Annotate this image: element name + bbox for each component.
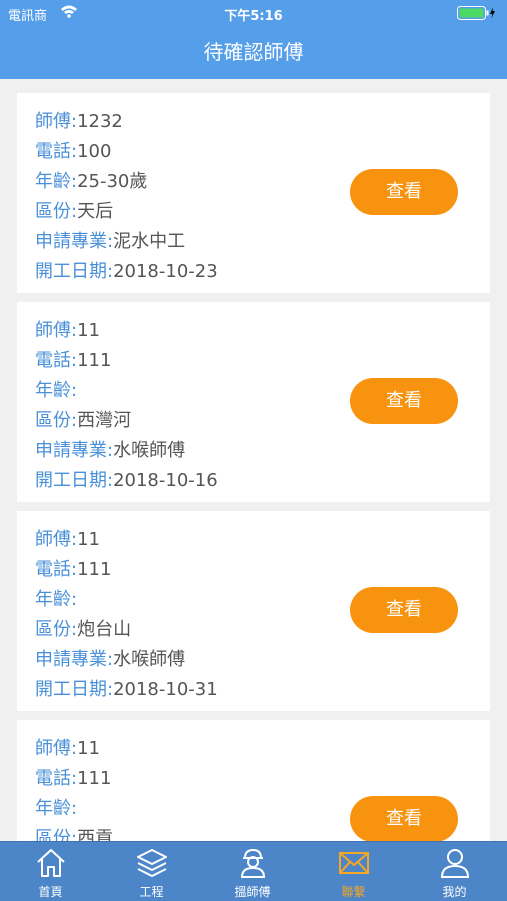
- start-date-label: 開工日期: [35, 470, 107, 491]
- status-bar: 電訊商 下午5:16: [0, 0, 507, 28]
- user-icon: [440, 849, 470, 878]
- phone-value: 111: [77, 559, 112, 580]
- age-row: 年齡:: [35, 380, 78, 401]
- specialty-label: 申請專業: [35, 231, 107, 252]
- status-time: 下午5:16: [224, 9, 283, 24]
- master-label: 師傅: [35, 320, 71, 341]
- view-button[interactable]: 查看: [350, 378, 458, 424]
- district-row: 區份:西貢: [35, 824, 113, 841]
- tab-label: 聯繫: [341, 885, 366, 899]
- master-card: 師傅:1232 電話:100 年齡:25-30歲 區份:天后 申請專業:泥水中工…: [17, 93, 490, 293]
- master-row: 師傅:11: [35, 529, 100, 550]
- master-card: 師傅:11 電話:111 年齡: 區份:西灣河 申請專業:水喉師傅 開工日期:2…: [17, 302, 490, 502]
- page-title: 待確認師傅: [203, 40, 304, 64]
- age-label: 年齡: [35, 380, 71, 401]
- master-card: 師傅:11 電話:111 年齡: 區份:炮台山 申請專業:水喉師傅 開工日期:2…: [17, 511, 490, 711]
- district-label: 區份: [35, 619, 71, 640]
- view-button[interactable]: 查看: [350, 169, 458, 215]
- layers-icon: [137, 849, 167, 877]
- tab-label: 我的: [442, 885, 467, 899]
- specialty-label: 申請專業: [35, 649, 107, 670]
- master-label: 師傅: [35, 111, 71, 132]
- district-label: 區份: [35, 410, 71, 431]
- start-date-label: 開工日期: [35, 679, 107, 700]
- phone-label: 電話: [35, 559, 71, 580]
- start-date-value: 2018-10-23: [113, 261, 218, 282]
- tab-find-master[interactable]: 搵師傅: [202, 842, 303, 901]
- master-row: 師傅:11: [35, 738, 100, 759]
- phone-row: 電話:100: [35, 141, 112, 162]
- specialty-label: 申請專業: [35, 440, 107, 461]
- tab-label: 工程: [139, 885, 164, 899]
- start-date-value: 2018-10-31: [113, 679, 218, 700]
- master-row: 師傅:1232: [35, 111, 123, 132]
- mail-icon: [339, 852, 369, 874]
- phone-value: 111: [77, 768, 112, 789]
- age-value: 25-30歲: [77, 171, 148, 192]
- start-date-value: 2018-10-16: [113, 470, 218, 491]
- specialty-value: 水喉師傅: [113, 649, 186, 670]
- tab-projects[interactable]: 工程: [101, 842, 202, 901]
- app-header: 電訊商 下午5:16 待確認師傅: [0, 0, 507, 79]
- specialty-row: 申請專業:水喉師傅: [35, 440, 186, 461]
- tab-home[interactable]: 首頁: [0, 842, 101, 901]
- start-date-row: 開工日期:2018-10-23: [35, 261, 218, 282]
- specialty-row: 申請專業:水喉師傅: [35, 649, 186, 670]
- master-list[interactable]: 師傅:1232 電話:100 年齡:25-30歲 區份:天后 申請專業:泥水中工…: [0, 79, 507, 841]
- district-row: 區份:炮台山: [35, 619, 132, 640]
- district-label: 區份: [35, 201, 71, 222]
- phone-label: 電話: [35, 141, 71, 162]
- district-value: 西貢: [77, 828, 114, 841]
- tab-profile[interactable]: 我的: [404, 842, 505, 901]
- specialty-row: 申請專業:泥水中工: [35, 231, 186, 252]
- home-icon: [37, 849, 65, 877]
- age-row: 年齡:: [35, 798, 78, 819]
- phone-value: 100: [77, 141, 112, 162]
- age-label: 年齡: [35, 171, 71, 192]
- phone-label: 電話: [35, 350, 71, 371]
- district-row: 區份:天后: [35, 201, 114, 222]
- age-label: 年齡: [35, 589, 71, 610]
- tab-contact[interactable]: 聯繫: [303, 842, 404, 901]
- age-row: 年齡:25-30歲: [35, 171, 148, 192]
- specialty-value: 水喉師傅: [113, 440, 186, 461]
- view-button[interactable]: 查看: [350, 587, 458, 633]
- age-label: 年齡: [35, 798, 71, 819]
- specialty-value: 泥水中工: [113, 231, 186, 252]
- age-row: 年齡:: [35, 589, 78, 610]
- phone-row: 電話:111: [35, 768, 112, 789]
- master-value: 1232: [77, 111, 123, 132]
- master-row: 師傅:11: [35, 320, 100, 341]
- phone-label: 電話: [35, 768, 71, 789]
- phone-row: 電話:111: [35, 350, 112, 371]
- master-value: 11: [77, 320, 100, 341]
- district-value: 天后: [77, 201, 114, 222]
- phone-value: 111: [77, 350, 112, 371]
- start-date-label: 開工日期: [35, 261, 107, 282]
- master-value: 11: [77, 738, 100, 759]
- master-value: 11: [77, 529, 100, 550]
- district-value: 西灣河: [77, 410, 132, 431]
- view-button[interactable]: 查看: [350, 796, 458, 841]
- master-card: 師傅:11 電話:111 年齡: 區份:西貢 查看: [17, 720, 490, 841]
- start-date-row: 開工日期:2018-10-16: [35, 470, 218, 491]
- tab-label: 首頁: [38, 885, 63, 899]
- battery-icon: [457, 6, 497, 20]
- tab-bar: 首頁 工程 搵師傅 聯繫 我的: [0, 841, 507, 901]
- district-label: 區份: [35, 828, 71, 841]
- master-label: 師傅: [35, 738, 71, 759]
- district-value: 炮台山: [77, 619, 132, 640]
- start-date-row: 開工日期:2018-10-31: [35, 679, 218, 700]
- tab-label: 搵師傅: [234, 885, 271, 899]
- master-label: 師傅: [35, 529, 71, 550]
- district-row: 區份:西灣河: [35, 410, 132, 431]
- worker-icon: [240, 848, 266, 878]
- phone-row: 電話:111: [35, 559, 112, 580]
